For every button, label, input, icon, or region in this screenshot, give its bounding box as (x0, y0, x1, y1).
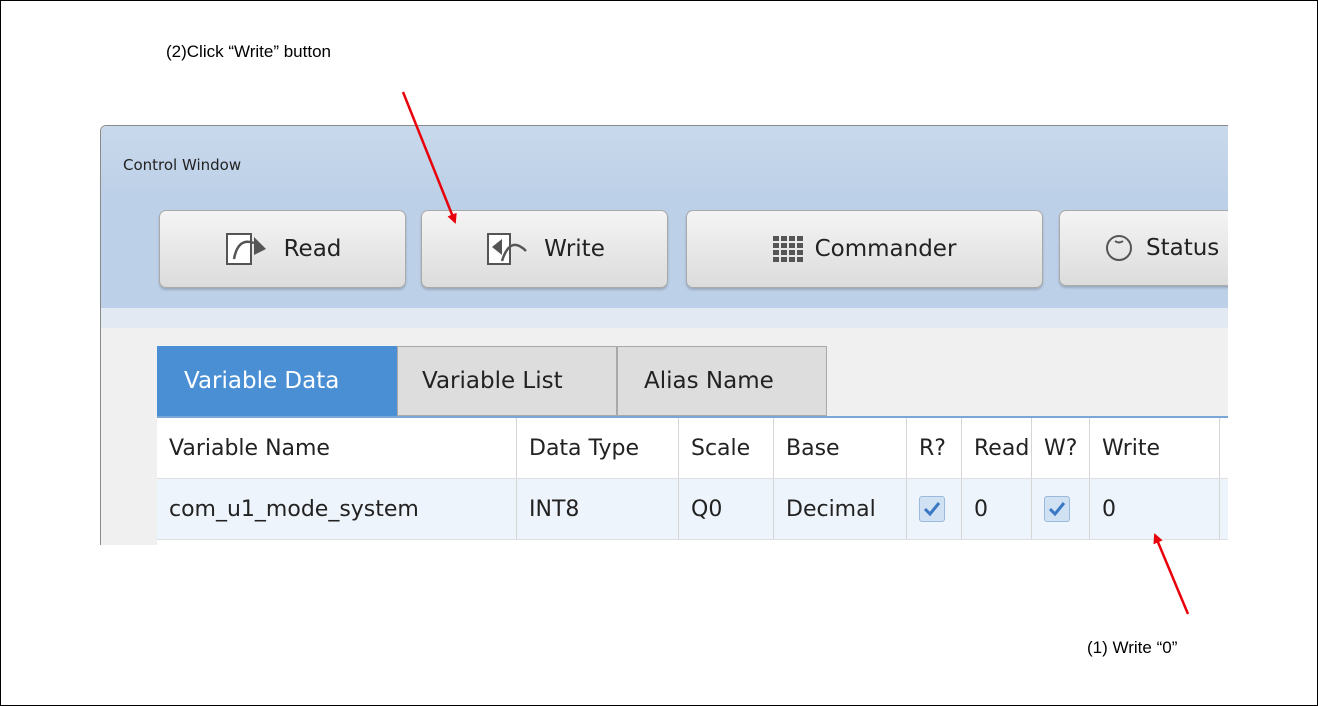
table-row[interactable]: com_u1_mode_system INT8 Q0 Decimal 0 0 (157, 479, 1228, 540)
cell-base[interactable]: Decimal (774, 479, 907, 539)
commander-icon (772, 236, 803, 262)
table-header-row: Variable Name Data Type Scale Base R? Re… (157, 418, 1228, 479)
header-extra (1220, 418, 1228, 478)
header-scale[interactable]: Scale (679, 418, 774, 478)
tab-variable-list[interactable]: Variable List (397, 346, 617, 416)
write-icon (484, 231, 532, 267)
cell-r-checkbox[interactable] (907, 479, 962, 539)
window-title: Control Window (123, 156, 242, 174)
control-window: Control Window Read Write Commander Stat… (100, 125, 1228, 545)
annotation-write-zero: (1) Write “0” (1087, 638, 1178, 657)
status-button-label: Status (1146, 235, 1220, 261)
write-button-label: Write (544, 236, 605, 262)
header-base[interactable]: Base (774, 418, 907, 478)
toolbar-divider (101, 308, 1228, 328)
window-titlebar: Control Window (101, 126, 1228, 196)
write-checkbox[interactable] (1044, 496, 1070, 522)
header-r[interactable]: R? (907, 418, 962, 478)
cell-variable-name: com_u1_mode_system (157, 479, 517, 539)
cell-extra (1220, 479, 1228, 539)
read-checkbox[interactable] (919, 496, 945, 522)
table-row-partial (157, 540, 1228, 545)
cell-read-value: 0 (962, 479, 1032, 539)
status-button[interactable]: Status (1059, 210, 1228, 286)
commander-button[interactable]: Commander (686, 210, 1043, 288)
header-data-type[interactable]: Data Type (517, 418, 679, 478)
header-variable-name[interactable]: Variable Name (157, 418, 517, 478)
annotation-click-write: (2)Click “Write” button (166, 42, 331, 61)
header-read[interactable]: Read (962, 418, 1032, 478)
tab-alias-name[interactable]: Alias Name (617, 346, 827, 416)
header-write[interactable]: Write (1090, 418, 1220, 478)
tab-variable-data[interactable]: Variable Data (157, 346, 397, 416)
cell-data-type: INT8 (517, 479, 679, 539)
cell-write-value[interactable]: 0 (1090, 479, 1220, 539)
read-icon (224, 231, 272, 267)
variable-table: Variable Name Data Type Scale Base R? Re… (157, 416, 1228, 545)
commander-button-label: Commander (814, 236, 957, 262)
cell-w-checkbox[interactable] (1032, 479, 1090, 539)
write-button[interactable]: Write (421, 210, 668, 288)
header-w[interactable]: W? (1032, 418, 1090, 478)
status-icon (1104, 233, 1134, 263)
tab-bar: Variable Data Variable List Alias Name (157, 346, 827, 416)
content-panel: Variable Data Variable List Alias Name V… (101, 328, 1228, 545)
read-button-label: Read (283, 236, 342, 262)
cell-scale: Q0 (679, 479, 774, 539)
read-button[interactable]: Read (159, 210, 406, 288)
